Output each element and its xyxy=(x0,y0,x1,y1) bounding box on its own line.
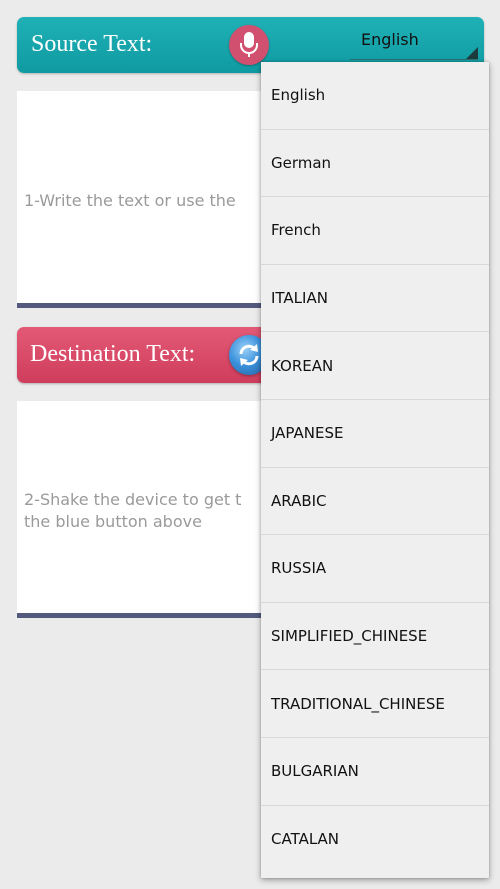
dropdown-item-english[interactable]: English xyxy=(261,62,489,130)
dropdown-item-arabic[interactable]: ARABIC xyxy=(261,468,489,536)
destination-hint-line-1: 2-Shake the device to get t xyxy=(24,490,242,509)
dropdown-triangle-icon xyxy=(466,47,478,59)
destination-title: Destination Text: xyxy=(30,341,196,367)
dropdown-item-korean[interactable]: KOREAN xyxy=(261,332,489,400)
microphone-button[interactable] xyxy=(229,25,269,65)
dropdown-item-italian[interactable]: ITALIAN xyxy=(261,265,489,333)
destination-hint: 2-Shake the device to get t the blue but… xyxy=(24,489,241,533)
dropdown-item-traditional-chinese[interactable]: TRADITIONAL_CHINESE xyxy=(261,670,489,738)
selected-language: English xyxy=(361,30,419,49)
microphone-icon xyxy=(240,32,258,57)
source-language-select[interactable]: English xyxy=(350,25,480,65)
destination-hint-line-2: the blue button above xyxy=(24,512,202,531)
refresh-icon xyxy=(239,344,259,366)
language-dropdown-menu: English German French ITALIAN KOREAN JAP… xyxy=(261,62,489,878)
source-title: Source Text: xyxy=(31,31,153,57)
dropdown-item-russia[interactable]: RUSSIA xyxy=(261,535,489,603)
dropdown-item-french[interactable]: French xyxy=(261,197,489,265)
dropdown-item-german[interactable]: German xyxy=(261,130,489,198)
source-hint: 1-Write the text or use the xyxy=(24,191,236,210)
dropdown-item-catalan[interactable]: CATALAN xyxy=(261,806,489,874)
dropdown-item-bulgarian[interactable]: BULGARIAN xyxy=(261,738,489,806)
select-underline xyxy=(350,59,478,60)
dropdown-item-japanese[interactable]: JAPANESE xyxy=(261,400,489,468)
dropdown-item-simplified-chinese[interactable]: SIMPLIFIED_CHINESE xyxy=(261,603,489,671)
